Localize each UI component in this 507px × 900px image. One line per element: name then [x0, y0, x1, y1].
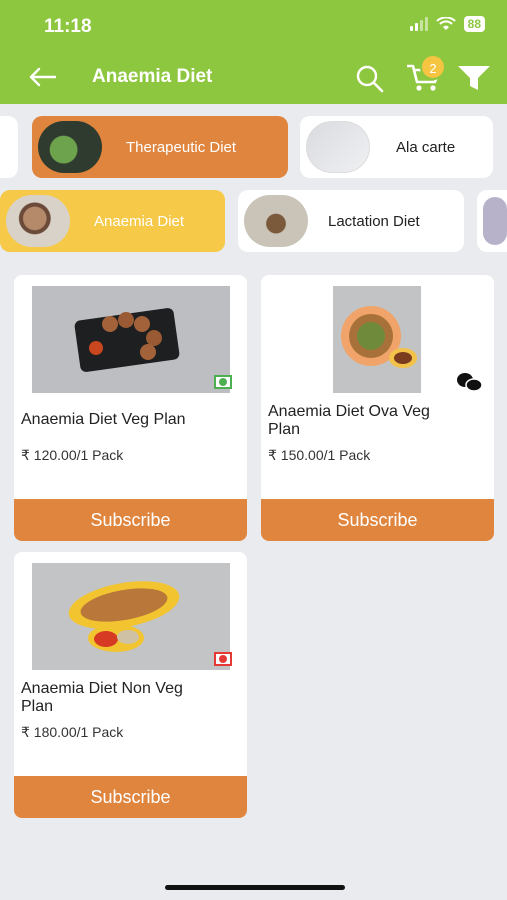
product-image [333, 286, 421, 393]
signal-icon [409, 17, 428, 31]
non-veg-indicator-icon [214, 652, 232, 666]
product-image [32, 563, 230, 670]
subcategory-chip-anaemia-diet[interactable]: Anaemia Diet [0, 190, 225, 252]
wifi-icon [435, 17, 456, 30]
product-name: Anaemia Diet Ova Veg Plan [268, 403, 430, 438]
veg-plan-photo [32, 286, 230, 393]
subcategory-label: Anaemia Diet [94, 212, 185, 230]
product-price: ₹ 180.00/1 Pack [21, 724, 124, 740]
product-image [32, 286, 230, 393]
search-button[interactable] [355, 64, 385, 94]
subcategory-chip-lactation-diet[interactable]: Lactation Diet [238, 190, 464, 252]
page-title: Anaemia Diet [92, 66, 213, 87]
category-chip-ala-carte[interactable]: Ala carte [300, 116, 493, 178]
therapeutic-diet-image [38, 121, 102, 173]
non-veg-plan-photo [32, 563, 230, 670]
ala-carte-image [306, 121, 370, 173]
filter-icon [458, 66, 490, 90]
subscribe-button[interactable]: Subscribe [14, 499, 247, 541]
subscribe-button[interactable]: Subscribe [14, 776, 247, 818]
back-button[interactable] [28, 62, 62, 92]
lactation-diet-image [244, 195, 308, 247]
subscribe-button[interactable]: Subscribe [261, 499, 494, 541]
category-chip-therapeutic-diet[interactable]: Therapeutic Diet [32, 116, 288, 178]
egg-indicator-icon [457, 373, 483, 392]
back-arrow-icon [29, 67, 56, 87]
subcategory-chip-partial[interactable] [477, 190, 507, 252]
category-chip-partial[interactable] [0, 116, 18, 178]
home-indicator[interactable] [165, 885, 345, 890]
veg-indicator-icon [214, 375, 232, 389]
anaemia-diet-image [6, 195, 70, 247]
product-card[interactable]: Anaemia Diet Non Veg Plan ₹ 180.00/1 Pac… [14, 552, 247, 818]
battery-icon: 88 [463, 16, 485, 32]
category-label: Ala carte [396, 138, 456, 156]
partial-chip-image [483, 197, 507, 245]
product-card[interactable]: Anaemia Diet Ova Veg Plan ₹ 150.00/1 Pac… [261, 275, 494, 541]
product-name: Anaemia Diet Veg Plan [21, 411, 186, 428]
product-price: ₹ 120.00/1 Pack [21, 447, 124, 463]
cart-count-badge: 2 [420, 54, 446, 80]
ova-veg-plan-photo [333, 286, 421, 393]
product-price: ₹ 150.00/1 Pack [268, 447, 371, 463]
search-icon [356, 65, 384, 93]
product-name: Anaemia Diet Non Veg Plan [21, 680, 183, 715]
status-icons: 88 [409, 16, 485, 32]
category-label: Therapeutic Diet [126, 138, 237, 156]
subcategory-label: Lactation Diet [328, 212, 420, 230]
product-card[interactable]: Anaemia Diet Veg Plan ₹ 120.00/1 Pack Su… [14, 275, 247, 541]
app-header: 11:18 88 Anaemia Diet 2 [0, 0, 507, 104]
status-time: 11:18 [44, 16, 92, 37]
filter-button[interactable] [457, 63, 491, 93]
